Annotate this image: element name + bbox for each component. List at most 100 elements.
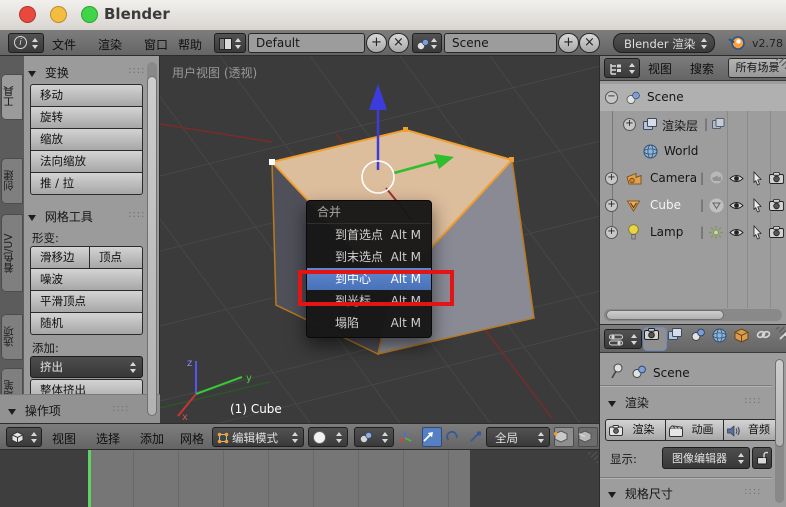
mesh-data-icon[interactable] [709, 198, 724, 213]
region-divider[interactable] [600, 324, 786, 325]
render-animation-button[interactable]: 动画 [665, 419, 724, 441]
add-menu[interactable]: 添加 [140, 430, 164, 447]
lamp-data-icon[interactable] [708, 225, 724, 240]
editor-type-3dview-button[interactable] [6, 427, 42, 447]
region-divider[interactable] [599, 56, 600, 507]
render-toggle-camera-icon[interactable] [769, 226, 784, 238]
vertex-select-mode-button[interactable] [554, 427, 574, 447]
menu-item-collapse[interactable]: 塌陷 Alt M [307, 312, 431, 334]
render-engine-select[interactable]: Blender 渲染 [613, 33, 715, 53]
render-panel-header[interactable]: 渲染 [608, 394, 649, 411]
pivot-point-select[interactable] [354, 427, 394, 447]
outliner-row-renderlayers[interactable]: + 渲染层 | [600, 111, 786, 138]
menu-render[interactable]: 渲染 [98, 36, 122, 53]
add-layout-button[interactable]: + [366, 33, 387, 53]
delete-layout-button[interactable]: × [388, 33, 409, 53]
meshtools-panel-header[interactable]: 网格工具 [28, 208, 93, 225]
tab-options[interactable]: 选项 [1, 314, 23, 360]
properties-scrollbar-thumb[interactable] [775, 359, 784, 447]
edge-select-mode-button[interactable] [577, 427, 598, 447]
manipulator-translate-toggle[interactable] [421, 427, 442, 447]
expand-toggle[interactable]: + [605, 226, 618, 239]
selectable-toggle-cursor-icon[interactable] [752, 198, 763, 213]
outliner-search-menu[interactable]: 搜索 [690, 60, 714, 77]
properties-scrollbar[interactable] [775, 359, 784, 503]
view-menu[interactable]: 视图 [52, 430, 76, 447]
tab-scene[interactable] [690, 328, 712, 350]
vertex-dot[interactable] [403, 127, 408, 132]
render-toggle-camera-icon[interactable] [769, 199, 784, 211]
manipulator-z-arrowhead[interactable] [369, 84, 387, 110]
noise-button[interactable]: 噪波 [30, 268, 143, 291]
outliner-row-cube[interactable]: + Cube | [600, 192, 786, 219]
randomize-button[interactable]: 随机 [30, 312, 143, 335]
expand-toggle[interactable]: + [623, 118, 636, 131]
maximize-window-button[interactable] [81, 6, 98, 23]
menu-item-at-first[interactable]: 到首选点 Alt M [307, 224, 431, 246]
tool-shelf-scrollbar-thumb[interactable] [147, 76, 157, 416]
display-mode-select[interactable]: 图像编辑器 [662, 447, 750, 469]
render-layer-data-icon[interactable] [712, 118, 725, 130]
edge-slide-button[interactable]: 滑移边 [30, 246, 90, 269]
hide-toggle-eye-icon[interactable] [729, 227, 744, 238]
delete-scene-button[interactable]: × [579, 33, 600, 53]
translate-button[interactable]: 移动 [30, 84, 143, 107]
editor-type-outliner-button[interactable] [604, 58, 640, 78]
smooth-vertex-button[interactable]: 平滑顶点 [30, 290, 143, 313]
menu-help[interactable]: 帮助 [178, 36, 202, 53]
editor-type-properties-button[interactable] [604, 329, 642, 349]
outliner-scrollbar-thumb[interactable] [606, 310, 724, 320]
select-menu[interactable]: 选择 [96, 430, 120, 447]
extrude-select[interactable]: 挤出 [30, 356, 143, 378]
render-audio-button[interactable]: 音频 [723, 419, 780, 441]
expand-toggle[interactable]: + [605, 172, 618, 185]
outliner-scrollbar[interactable] [604, 309, 782, 321]
tab-object[interactable] [734, 328, 756, 350]
scene-name-field[interactable]: Scene [444, 33, 557, 53]
editor-type-info-button[interactable]: i [8, 33, 44, 53]
menu-window[interactable]: 窗口 [144, 36, 168, 53]
tool-shelf-scrollbar[interactable] [147, 62, 157, 416]
current-frame-marker[interactable] [88, 450, 91, 507]
scene-browse-button[interactable] [412, 33, 442, 53]
tab-shading-uv[interactable]: 着色/UV [1, 214, 23, 292]
vertex-dot[interactable] [509, 157, 514, 162]
outliner-row-camera[interactable]: + Camera | [600, 165, 786, 192]
render-still-button[interactable]: 渲染 [605, 419, 666, 441]
outliner-row-world[interactable]: World [600, 138, 786, 165]
minimize-window-button[interactable] [50, 6, 67, 23]
outliner-row-lamp[interactable]: + Lamp | [600, 219, 786, 246]
manipulator-axes-toggle[interactable] [398, 427, 418, 447]
selectable-toggle-cursor-icon[interactable] [752, 171, 763, 186]
viewport-shading-select[interactable] [308, 427, 348, 447]
transform-panel-header[interactable]: 变换 [28, 64, 69, 81]
hide-toggle-eye-icon[interactable] [729, 200, 744, 211]
timeline[interactable] [0, 450, 600, 507]
vertex-slide-button[interactable]: 顶点 [89, 246, 143, 269]
tab-tools[interactable]: 工具 [1, 74, 23, 120]
push-pull-button[interactable]: 推 / 拉 [30, 172, 143, 195]
hide-toggle-eye-icon[interactable] [729, 173, 744, 184]
screen-layout-browse-button[interactable] [214, 33, 246, 53]
outliner-row-scene[interactable]: − Scene [600, 84, 786, 111]
expand-toggle[interactable]: + [605, 199, 618, 212]
tab-render[interactable] [644, 328, 666, 350]
rotate-button[interactable]: 旋转 [30, 106, 143, 129]
mesh-menu[interactable]: 网格 [180, 430, 204, 447]
close-window-button[interactable] [19, 6, 36, 23]
tab-create[interactable]: 创建 [1, 158, 23, 204]
collapse-toggle[interactable]: − [605, 91, 618, 104]
camera-data-icon[interactable] [709, 171, 724, 184]
render-toggle-camera-icon[interactable] [769, 172, 784, 184]
screen-layout-name-field[interactable]: Default [248, 33, 365, 53]
shrink-fatten-button[interactable]: 法向缩放 [30, 150, 143, 173]
mode-select[interactable]: 编辑模式 [212, 427, 304, 447]
transform-orientation-select[interactable]: 全局 [486, 427, 550, 447]
scale-button[interactable]: 缩放 [30, 128, 143, 151]
viewport-3d[interactable]: z y x 用户视图 (透视) (1) Cube 合并 到首选点 Alt M 到… [160, 56, 600, 423]
selected-vertex-dot[interactable] [269, 159, 275, 165]
outliner-view-menu[interactable]: 视图 [648, 60, 672, 77]
menu-file[interactable]: 文件 [52, 36, 76, 53]
dimensions-panel-header[interactable]: 规格尺寸 [608, 485, 673, 502]
tab-world[interactable] [712, 328, 734, 350]
